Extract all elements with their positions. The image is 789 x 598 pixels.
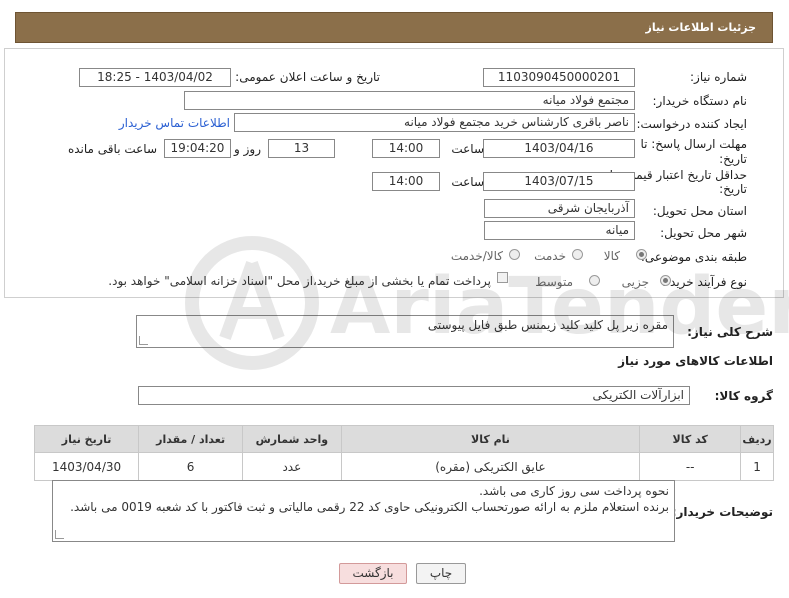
cell-quantity: 6 [138,452,244,481]
purchase-radio-medium[interactable] [589,275,600,286]
need-number-field[interactable]: 1103090450000201 [483,68,635,87]
table-row[interactable]: 1 -- عایق الکتریکی (مقره) عدد 6 1403/04/… [33,452,774,481]
deadline-remaining-label: ساعت باقی مانده [67,142,157,156]
buyer-notes-label: توضیحات خریدار: [671,505,773,519]
category-radio-service[interactable] [572,249,583,260]
page-header: جزئیات اطلاعات نیاز [15,12,773,43]
goods-table-header-row: ردیف کد کالا نام کالا واحد شمارش تعداد /… [33,425,774,453]
deadline-days-field[interactable]: 13 [268,139,335,158]
deadline-remaining-field[interactable]: 19:04:20 [164,139,231,158]
cell-row-number: 1 [740,452,774,481]
buyer-contact-link[interactable]: اطلاعات تماس خریدار [119,116,230,130]
description-textarea[interactable]: مقره زیر پل کلید کلید زیمنس طبق فایل پیو… [136,315,674,348]
deadline-days-label: روز و [234,142,261,156]
deadline-label-line2: تاریخ: [719,152,747,166]
col-item-name: نام کالا [340,425,641,453]
delivery-city-label: شهر محل تحویل: [660,226,747,240]
deadline-label-line1: مهلت ارسال پاسخ: تا [640,137,747,151]
col-row-number: ردیف [740,425,774,453]
delivery-province-label: استان محل تحویل: [652,204,747,218]
buyer-notes-line1: نحوه پرداخت سی روز کاری می باشد. [479,484,669,498]
requester-field[interactable]: ناصر باقری کارشناس خرید مجتمع فولاد میان… [234,113,635,132]
description-text: مقره زیر پل کلید کلید زیمنس طبق فایل پیو… [427,318,668,332]
resize-grip-icon[interactable] [55,530,64,539]
buyer-notes-textarea[interactable]: نحوه پرداخت سی روز کاری می باشد. برنده ا… [52,480,675,542]
delivery-province-field[interactable]: آذربایجان شرقی [484,199,635,218]
price-validity-date-field[interactable]: 1403/07/15 [483,172,635,191]
goods-table: ردیف کد کالا نام کالا واحد شمارش تعداد /… [33,425,774,481]
col-item-code: کد کالا [639,425,742,453]
print-button[interactable]: چاپ [416,563,466,584]
price-validity-time-field[interactable]: 14:00 [372,172,440,191]
requester-label: ایجاد کننده درخواست: [636,117,747,131]
cell-need-date: 1403/04/30 [33,452,140,481]
category-label: طبقه بندی موضوعی: [640,250,747,264]
delivery-city-field[interactable]: میانه [484,221,635,240]
purchase-type-label: نوع فرآیند خرید : [662,275,747,289]
purchase-option-minor: جزیی [621,275,649,289]
deadline-date-field[interactable]: 1403/04/16 [483,139,635,158]
price-validity-label-line2: تاریخ: [719,182,747,196]
description-label: شرح کلی نیاز: [687,325,773,339]
buyer-notes-line2: برنده استعلام ملزم به ارائه صورتحساب الک… [70,500,669,514]
page-title: جزئیات اطلاعات نیاز [645,21,757,34]
category-radio-goods-service[interactable] [509,249,520,260]
deadline-time-label: ساعت [451,142,484,156]
back-button[interactable]: بازگشت [339,563,407,584]
col-need-date: تاریخ نیاز [33,425,140,453]
resize-grip-icon[interactable] [139,336,148,345]
purchase-radio-minor[interactable] [660,275,671,286]
category-option-goods-service: کالا/خدمت [450,249,503,263]
deadline-time-field[interactable]: 14:00 [372,139,440,158]
category-option-service: خدمت [534,249,566,263]
announce-datetime-field[interactable]: 1403/04/02 - 18:25 [79,68,231,87]
col-unit: واحد شمارش [242,425,342,453]
category-option-goods: کالا [603,249,620,263]
announce-datetime-label: تاریخ و ساعت اعلان عمومی: [235,70,380,84]
need-number-label: شماره نیاز: [690,70,747,84]
goods-group-field[interactable]: ابزارآلات الکتریکی [138,386,690,405]
need-details-page: جزئیات اطلاعات نیاز شماره نیاز: 11030904… [0,0,789,598]
cell-item-name: عایق الکتریکی (مقره) [340,452,641,481]
treasury-payment-checkbox[interactable] [497,272,508,283]
goods-table-wrapper: ردیف کد کالا نام کالا واحد شمارش تعداد /… [33,425,774,481]
price-validity-time-label: ساعت [451,175,484,189]
goods-section-title: اطلاعات کالاهای مورد نیاز [618,354,773,368]
cell-item-code: -- [639,452,742,481]
buyer-org-label: نام دستگاه خریدار: [652,94,748,108]
category-radio-goods[interactable] [636,249,647,260]
purchase-option-medium: متوسط [535,275,573,289]
col-quantity: تعداد / مقدار [138,425,244,453]
treasury-payment-text: پرداخت تمام یا بخشی از مبلغ خرید،از محل … [108,274,491,288]
goods-group-label: گروه کالا: [714,389,773,403]
buyer-org-field[interactable]: مجتمع فولاد میانه [184,91,635,110]
cell-unit: عدد [242,452,342,481]
